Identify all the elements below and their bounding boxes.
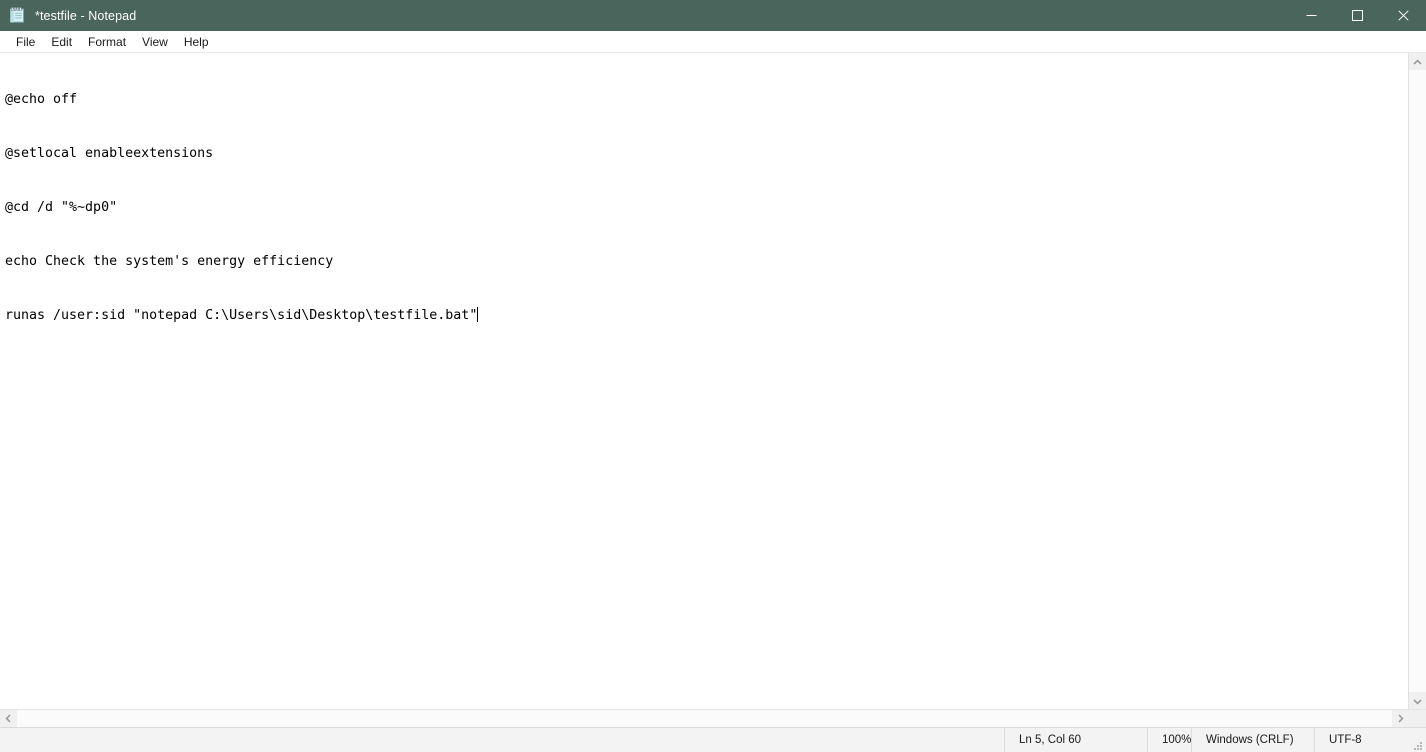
chevron-down-icon xyxy=(1413,692,1422,710)
code-line-active: runas /user:sid "notepad C:\Users\sid\De… xyxy=(5,307,1408,325)
notepad-icon xyxy=(9,7,26,24)
scroll-up-button[interactable] xyxy=(1409,53,1426,70)
text-editor[interactable]: @echo off @setlocal enableextensions @cd… xyxy=(0,53,1408,709)
text-content: @echo off @setlocal enableextensions @cd… xyxy=(0,53,1408,361)
chevron-left-icon xyxy=(5,710,12,728)
scroll-left-button[interactable] xyxy=(0,710,17,727)
scrollbar-corner xyxy=(1409,710,1426,727)
status-zoom-level[interactable]: 100% xyxy=(1147,728,1191,752)
resize-grip[interactable] xyxy=(1410,728,1426,752)
chevron-right-icon xyxy=(1397,710,1404,728)
status-cursor-position[interactable]: Ln 5, Col 60 xyxy=(1004,728,1147,752)
menu-item-format[interactable]: Format xyxy=(80,33,134,51)
horizontal-scrollbar[interactable] xyxy=(0,709,1426,727)
menu-item-file[interactable]: File xyxy=(8,33,43,51)
chevron-up-icon xyxy=(1413,53,1422,71)
window-controls xyxy=(1288,0,1426,31)
window-title: *testfile - Notepad xyxy=(35,8,137,23)
code-line: echo Check the system's energy efficienc… xyxy=(5,254,334,269)
minimize-button[interactable] xyxy=(1288,0,1334,31)
code-line: @echo off xyxy=(5,92,78,107)
horizontal-scroll-track[interactable] xyxy=(17,710,1392,727)
code-line: @setlocal enableextensions xyxy=(5,146,214,161)
menu-item-help[interactable]: Help xyxy=(176,33,217,51)
editor-region: @echo off @setlocal enableextensions @cd… xyxy=(0,53,1426,709)
vertical-scrollbar[interactable] xyxy=(1408,53,1426,709)
scroll-down-button[interactable] xyxy=(1409,692,1426,709)
scroll-right-button[interactable] xyxy=(1392,710,1409,727)
maximize-icon xyxy=(1351,10,1363,21)
close-button[interactable] xyxy=(1380,0,1426,31)
menu-bar: File Edit Format View Help xyxy=(0,31,1426,53)
code-line: @cd /d "%~dp0" xyxy=(5,200,118,215)
text-caret xyxy=(477,307,479,322)
menu-item-edit[interactable]: Edit xyxy=(43,33,80,51)
notepad-window: *testfile - Notepad File Edit Format Vie… xyxy=(0,0,1426,752)
vertical-scroll-track[interactable] xyxy=(1409,70,1426,692)
maximize-button[interactable] xyxy=(1334,0,1380,31)
title-bar[interactable]: *testfile - Notepad xyxy=(0,0,1426,31)
status-bar: Ln 5, Col 60 100% Windows (CRLF) UTF-8 xyxy=(0,727,1426,752)
status-line-ending[interactable]: Windows (CRLF) xyxy=(1191,728,1314,752)
status-encoding[interactable]: UTF-8 xyxy=(1314,728,1410,752)
close-icon xyxy=(1397,10,1409,21)
minimize-icon xyxy=(1306,10,1317,21)
menu-item-view[interactable]: View xyxy=(134,33,176,51)
code-line-text: runas /user:sid "notepad C:\Users\sid\De… xyxy=(5,308,478,323)
